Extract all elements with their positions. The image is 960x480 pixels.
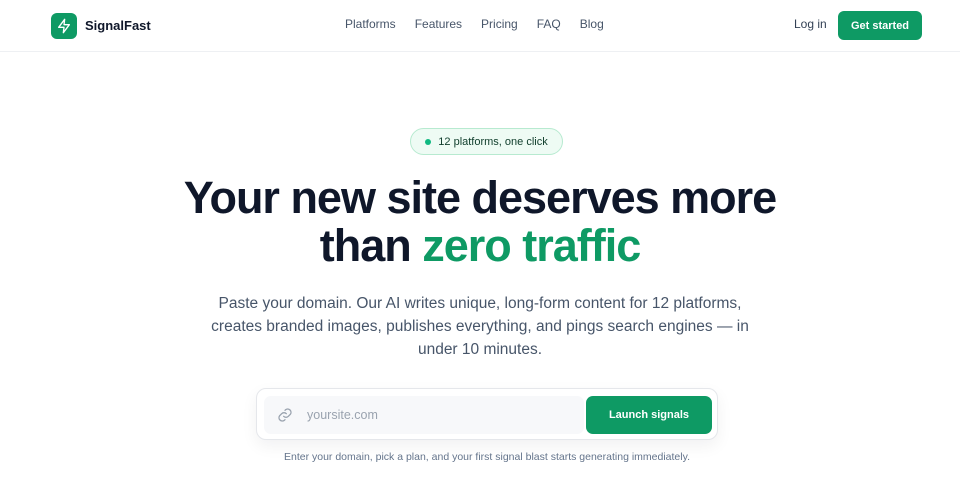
domain-input[interactable]: [307, 396, 577, 434]
domain-field-container: [264, 396, 584, 434]
top-navbar: SignalFast Platforms Features Pricing FA…: [0, 0, 960, 52]
nav-links: Platforms Features Pricing FAQ Blog: [345, 17, 623, 31]
nav-link-blog[interactable]: Blog: [580, 17, 604, 31]
platforms-badge: 12 platforms, one click: [410, 128, 563, 155]
brand-logo[interactable]: SignalFast: [51, 12, 151, 39]
hero-title-accent: zero traffic: [422, 220, 641, 271]
helper-text: Enter your domain, pick a plan, and your…: [283, 451, 690, 463]
hero-title-line1: Your new site deserves more: [183, 172, 777, 223]
domain-search-box: Launch signals: [256, 388, 718, 440]
lightning-bolt-icon: [51, 12, 77, 39]
hero-title-line2-prefix: than: [319, 220, 423, 271]
nav-link-features[interactable]: Features: [415, 17, 462, 31]
nav-link-pricing[interactable]: Pricing: [481, 17, 518, 31]
brand-name: SignalFast: [85, 18, 151, 33]
link-icon: [277, 407, 293, 423]
status-dot-icon: [425, 138, 432, 145]
hero-title: Your new site deserves more than zero tr…: [0, 174, 960, 270]
badge-text: 12 platforms, one click: [438, 135, 548, 148]
get-started-button[interactable]: Get started: [838, 11, 922, 40]
launch-signals-button[interactable]: Launch signals: [586, 396, 712, 434]
login-link[interactable]: Log in: [794, 17, 827, 31]
nav-link-platforms[interactable]: Platforms: [345, 17, 396, 31]
hero-subtitle: Paste your domain. Our AI writes unique,…: [211, 295, 749, 358]
nav-link-faq[interactable]: FAQ: [537, 17, 561, 31]
